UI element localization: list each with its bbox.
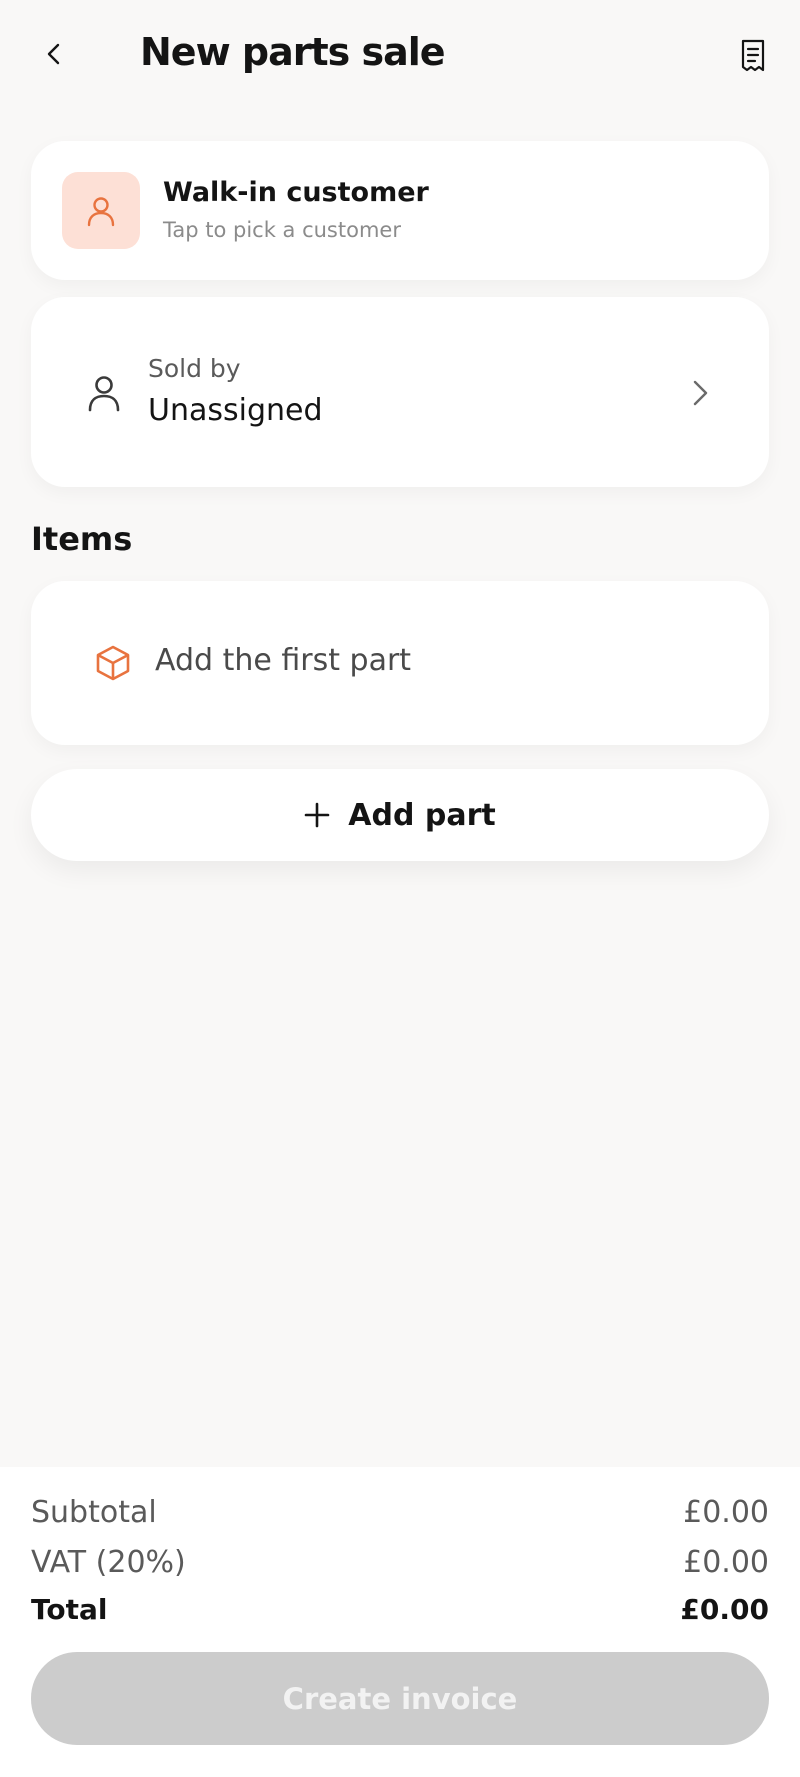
receipt-icon [741, 39, 765, 72]
customer-hint: Tap to pick a customer [163, 218, 401, 242]
items-empty-state[interactable]: Add the first part [31, 581, 769, 745]
sold-by-label: Sold by [148, 354, 241, 383]
user-icon [87, 196, 115, 226]
customer-picker[interactable]: Walk-in customer Tap to pick a customer [31, 141, 769, 280]
totals-footer: Subtotal £0.00 VAT (20%) £0.00 Total £0.… [0, 1467, 800, 1777]
back-button[interactable] [34, 34, 74, 74]
add-first-part-label: Add the first part [155, 643, 412, 678]
page-title: New parts sale [140, 30, 446, 74]
sold-by-selector[interactable]: Sold by Unassigned [31, 297, 769, 487]
sold-by-value: Unassigned [148, 393, 323, 428]
box-icon [96, 645, 130, 681]
user-icon [88, 376, 120, 412]
chevron-left-icon [47, 43, 60, 65]
vat-row: VAT (20%) £0.00 [31, 1545, 769, 1580]
customer-name: Walk-in customer [163, 177, 429, 208]
vat-label: VAT (20%) [31, 1545, 186, 1580]
add-part-label: Add part [348, 797, 496, 833]
items-heading: Items [31, 520, 133, 558]
subtotal-value: £0.00 [683, 1495, 769, 1530]
total-label: Total [31, 1593, 108, 1626]
add-part-button[interactable]: Add part [31, 769, 769, 861]
receipt-button[interactable] [734, 36, 772, 76]
create-invoice-button[interactable]: Create invoice [31, 1652, 769, 1745]
subtotal-row: Subtotal £0.00 [31, 1495, 769, 1530]
top-bar: New parts sale [0, 0, 800, 110]
chevron-right-icon [693, 380, 708, 406]
plus-icon [304, 802, 330, 828]
total-value: £0.00 [680, 1593, 769, 1626]
vat-value: £0.00 [683, 1545, 769, 1580]
subtotal-label: Subtotal [31, 1495, 157, 1530]
customer-avatar [62, 172, 140, 249]
total-row: Total £0.00 [31, 1593, 769, 1626]
